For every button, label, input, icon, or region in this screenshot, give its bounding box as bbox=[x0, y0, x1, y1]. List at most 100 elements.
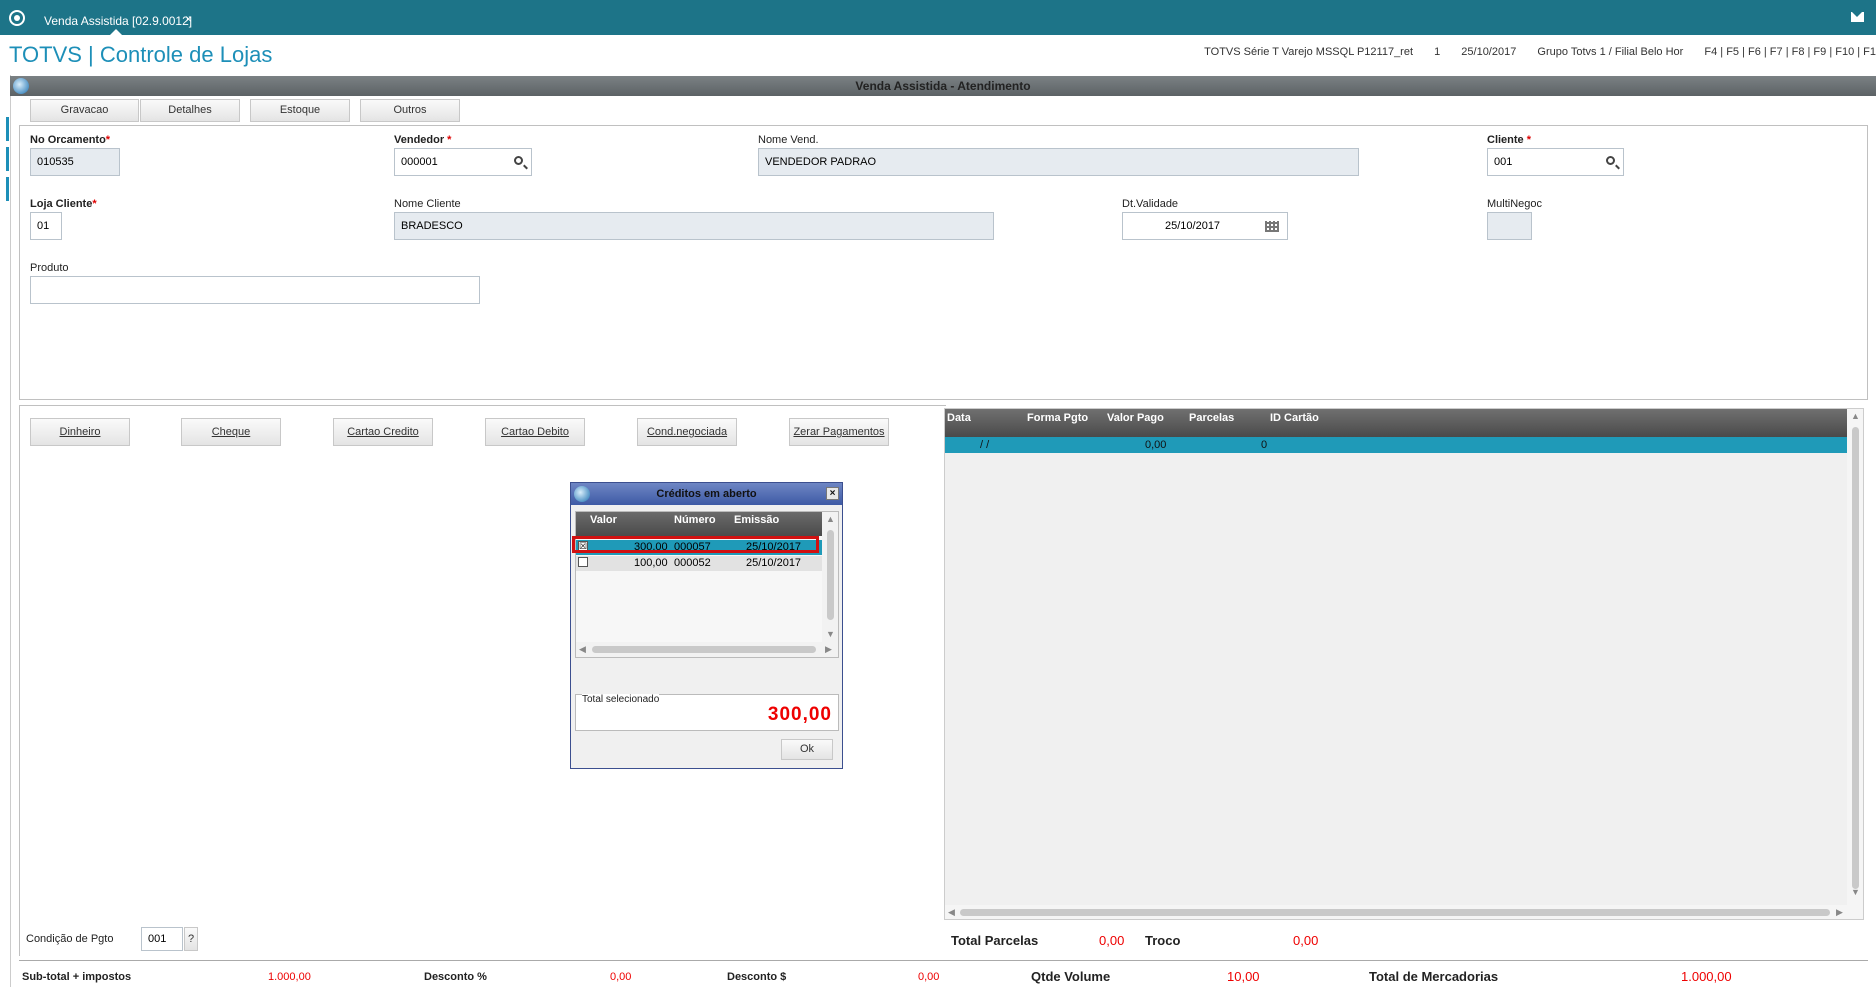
produto-field[interactable] bbox=[30, 276, 480, 304]
header-info: TOTVS Série T Varejo MSSQL P12117_ret 1 … bbox=[1186, 46, 1876, 58]
scroll-left-icon[interactable]: ◀ bbox=[579, 644, 586, 655]
grid-header: Data Forma Pgto Valor Pago Parcelas ID C… bbox=[945, 409, 1847, 437]
scroll-left-icon[interactable]: ◀ bbox=[948, 907, 955, 918]
horizontal-scrollbar[interactable]: ◀ ▶ bbox=[945, 905, 1847, 919]
detalhes-button[interactable]: Detalhes bbox=[140, 99, 240, 122]
left-marker bbox=[6, 177, 9, 201]
search-icon[interactable] bbox=[1606, 156, 1615, 165]
row-checkbox[interactable] bbox=[578, 557, 588, 567]
column-header[interactable]: Data bbox=[947, 412, 971, 424]
vertical-scrollbar[interactable]: ▲ ▼ bbox=[822, 512, 838, 642]
cheque-button[interactable]: Cheque bbox=[181, 418, 281, 446]
table-row[interactable]: 100,00 000052 25/10/2017 bbox=[576, 556, 822, 571]
cartao-debito-button[interactable]: Cartao Debito bbox=[485, 418, 585, 446]
nome-cliente-label: Nome Cliente bbox=[394, 198, 461, 210]
total-selecionado-label: Total selecionado bbox=[582, 694, 660, 705]
summary-divider bbox=[19, 960, 1868, 961]
multinegoc-field[interactable] bbox=[1487, 212, 1532, 240]
calendar-icon[interactable] bbox=[1265, 221, 1279, 232]
condicao-label: Condição de Pgto bbox=[26, 933, 114, 945]
column-header[interactable]: Forma Pgto bbox=[1027, 412, 1088, 424]
scroll-thumb[interactable] bbox=[827, 530, 834, 620]
troco-value: 0,00 bbox=[1293, 933, 1319, 948]
mail-icon[interactable] bbox=[1851, 12, 1864, 22]
scroll-down-icon[interactable]: ▼ bbox=[1851, 887, 1860, 897]
ok-button[interactable]: Ok bbox=[781, 739, 833, 760]
scroll-right-icon[interactable]: ▶ bbox=[825, 644, 832, 655]
window-title: Venda Assistida - Atendimento bbox=[855, 79, 1031, 93]
nome-vend-field[interactable]: VENDEDOR PADRAO bbox=[758, 148, 1359, 176]
column-header[interactable]: Valor bbox=[590, 514, 617, 526]
scroll-right-icon[interactable]: ▶ bbox=[1836, 907, 1843, 918]
orcamento-label: No Orcamento* bbox=[30, 134, 111, 146]
dialog-logo-icon bbox=[574, 486, 590, 502]
orcamento-field[interactable]: 010535 bbox=[30, 148, 120, 176]
cond-negociada-button[interactable]: Cond.negociada bbox=[637, 418, 737, 446]
condicao-field[interactable]: 001 bbox=[141, 927, 183, 951]
total-parcelas-value: 0,00 bbox=[1099, 933, 1125, 948]
zerar-pagamentos-button[interactable]: Zerar Pagamentos bbox=[789, 418, 889, 446]
column-header[interactable]: ID Cartão bbox=[1270, 412, 1319, 424]
scroll-thumb[interactable] bbox=[960, 909, 1830, 916]
window-logo-icon bbox=[13, 78, 29, 94]
loja-field[interactable]: 01 bbox=[30, 212, 62, 240]
environment-label: TOTVS Série T Varejo MSSQL P12117_ret bbox=[1204, 46, 1414, 58]
multinegoc-label: MultiNegoc bbox=[1487, 198, 1543, 210]
subtotal-label: Sub-total + impostos bbox=[22, 971, 132, 983]
total-selecionado-group: Total selecionado 300,00 bbox=[575, 694, 839, 731]
column-header[interactable]: Valor Pago bbox=[1107, 412, 1164, 424]
nome-vend-label: Nome Vend. bbox=[758, 134, 819, 146]
estoque-button[interactable]: Estoque bbox=[250, 99, 350, 122]
condicao-help-button[interactable]: ? bbox=[184, 927, 198, 951]
desconto-val-label: Desconto $ bbox=[727, 971, 787, 983]
troco-label: Troco bbox=[1145, 933, 1181, 948]
left-strip bbox=[0, 75, 11, 987]
cartao-credito-button[interactable]: Cartao Credito bbox=[333, 418, 433, 446]
payments-grid[interactable]: Data Forma Pgto Valor Pago Parcelas ID C… bbox=[944, 408, 1864, 920]
selection-highlight bbox=[572, 536, 819, 553]
column-header[interactable]: Número bbox=[674, 514, 716, 526]
column-header[interactable]: Parcelas bbox=[1189, 412, 1234, 424]
scroll-thumb[interactable] bbox=[592, 646, 816, 653]
cliente-field[interactable]: 001 bbox=[1487, 148, 1624, 176]
outros-button[interactable]: Outros bbox=[360, 99, 460, 122]
app-title: TOTVS | Controle de Lojas bbox=[9, 42, 273, 67]
search-icon[interactable] bbox=[514, 156, 523, 165]
validade-label: Dt.Validade bbox=[1122, 198, 1179, 210]
creditos-grid[interactable]: Valor Número Emissão ☒ 300,00 000057 25/… bbox=[575, 511, 839, 658]
cliente-label: Cliente * bbox=[1487, 134, 1532, 146]
cell-valor: 0,00 bbox=[1145, 439, 1167, 451]
dinheiro-button[interactable]: Dinheiro bbox=[30, 418, 130, 446]
left-marker bbox=[6, 147, 9, 171]
desconto-pct-value: 0,00 bbox=[610, 971, 632, 983]
nome-cliente-field[interactable]: BRADESCO bbox=[394, 212, 994, 240]
scroll-up-icon[interactable]: ▲ bbox=[826, 514, 835, 524]
table-row[interactable]: / / 0,00 0 bbox=[945, 437, 1847, 453]
dialog-title-bar[interactable]: Créditos em aberto × bbox=[571, 483, 842, 505]
qtde-volume-label: Qtde Volume bbox=[1031, 969, 1111, 984]
creditos-dialog: Créditos em aberto × Valor Número Emissã… bbox=[570, 482, 843, 769]
totvs-logo-icon[interactable] bbox=[9, 10, 25, 26]
scroll-thumb[interactable] bbox=[1852, 427, 1859, 889]
shortcut-keys[interactable]: F4 | F5 | F6 | F7 | F8 | F9 | F10 | F1 bbox=[1704, 46, 1876, 58]
total-mercadorias-label: Total de Mercadorias bbox=[1369, 969, 1499, 984]
branch-label: Grupo Totvs 1 / Filial Belo Hor bbox=[1537, 46, 1684, 58]
desconto-val-value: 0,00 bbox=[918, 971, 940, 983]
scroll-up-icon[interactable]: ▲ bbox=[1851, 411, 1860, 421]
validade-field[interactable]: 25/10/2017 bbox=[1122, 212, 1288, 240]
cell-valor: 100,00 bbox=[634, 557, 668, 569]
vendedor-field[interactable]: 000001 bbox=[394, 148, 532, 176]
gravacao-button[interactable]: Gravacao bbox=[30, 99, 139, 122]
system-date: 25/10/2017 bbox=[1461, 46, 1517, 58]
total-parcelas-label: Total Parcelas bbox=[951, 933, 1039, 948]
grid-header: Valor Número Emissão bbox=[576, 512, 822, 536]
company-number: 1 bbox=[1434, 46, 1441, 58]
tab-venda-assistida[interactable]: Venda Assistida [02.9.0012] × bbox=[35, 4, 198, 35]
tab-close-icon[interactable]: × bbox=[185, 12, 192, 26]
horizontal-scrollbar[interactable]: ◀ ▶ bbox=[576, 642, 838, 657]
vertical-scrollbar[interactable]: ▲ ▼ bbox=[1847, 409, 1863, 919]
close-icon[interactable]: × bbox=[826, 487, 839, 500]
app-tab-bar: Venda Assistida [02.9.0012] × bbox=[0, 0, 1876, 35]
column-header[interactable]: Emissão bbox=[734, 514, 779, 526]
scroll-down-icon[interactable]: ▼ bbox=[826, 629, 835, 639]
